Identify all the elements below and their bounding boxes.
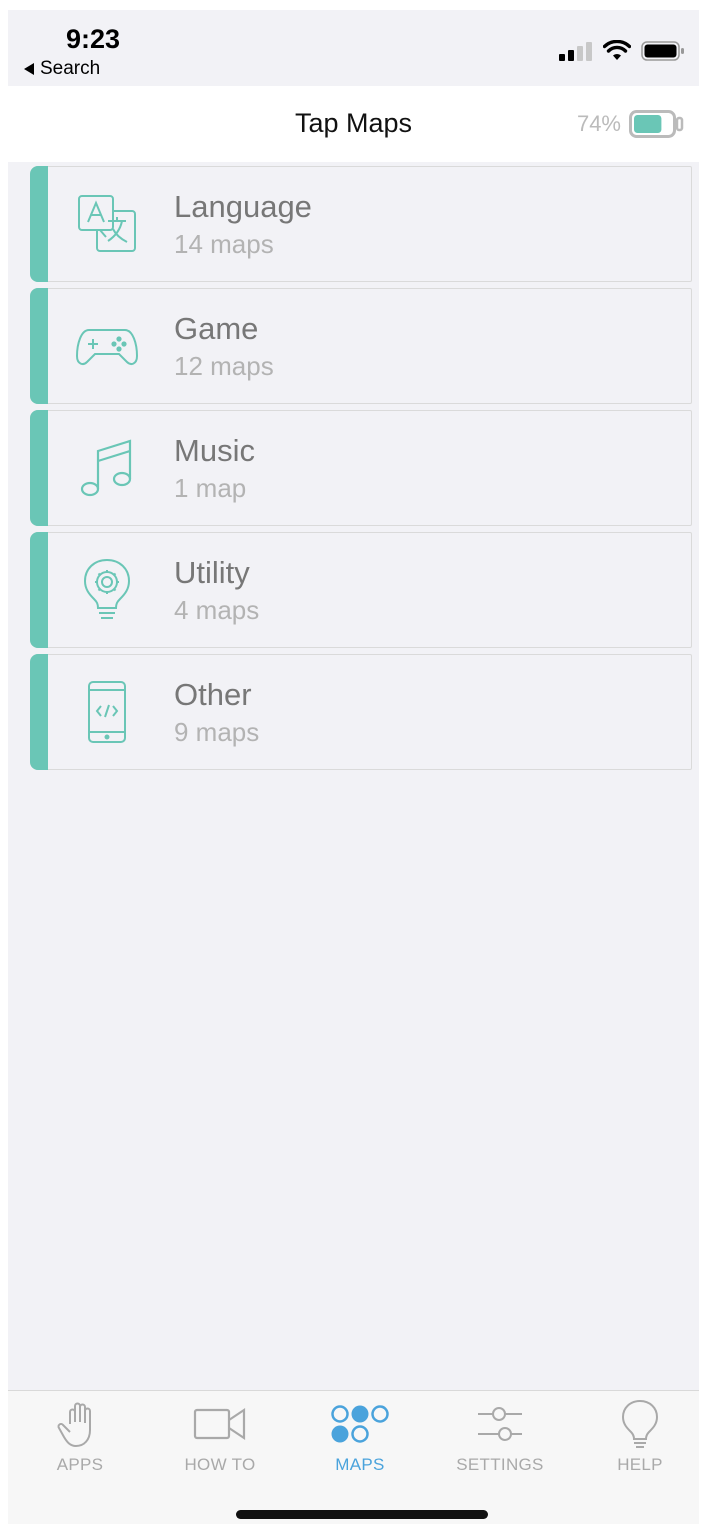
card-accent-bar bbox=[30, 654, 48, 770]
status-bar: 9:23 Search bbox=[8, 10, 699, 86]
back-triangle-icon bbox=[24, 63, 34, 75]
tab-how-to[interactable]: HOW TO bbox=[160, 1399, 280, 1479]
lightbulb-gear-icon bbox=[74, 557, 140, 623]
card-accent-bar bbox=[30, 166, 48, 282]
back-label: Search bbox=[40, 58, 101, 79]
gamepad-icon bbox=[74, 313, 140, 379]
dots-grid-icon bbox=[330, 1399, 390, 1449]
category-count: 1 map bbox=[174, 473, 247, 503]
category-language[interactable]: Language 14 maps bbox=[30, 166, 692, 282]
phone-screen: 9:23 Search Tap Maps 74% Language 14 map… bbox=[8, 10, 699, 1524]
tab-apps[interactable]: APPS bbox=[20, 1399, 140, 1479]
music-note-icon bbox=[74, 435, 140, 501]
bottom-tab-bar: APPS HOW TO MAPS SETTINGS HELP bbox=[8, 1390, 699, 1524]
card-accent-bar bbox=[30, 288, 48, 404]
map-category-list: Language 14 maps Game 12 maps Music 1 ma… bbox=[30, 166, 692, 776]
card-accent-bar bbox=[30, 532, 48, 648]
tab-label: SETTINGS bbox=[456, 1455, 544, 1474]
tab-maps[interactable]: MAPS bbox=[300, 1399, 420, 1479]
category-title: Game bbox=[174, 311, 259, 346]
tab-label: MAPS bbox=[335, 1455, 385, 1474]
video-camera-icon bbox=[192, 1399, 248, 1449]
app-header: Tap Maps 74% bbox=[8, 86, 699, 162]
category-title: Utility bbox=[174, 555, 250, 590]
category-title: Other bbox=[174, 677, 252, 712]
category-count: 4 maps bbox=[174, 595, 260, 625]
category-count: 12 maps bbox=[174, 351, 274, 381]
sliders-icon bbox=[475, 1399, 525, 1449]
tab-settings[interactable]: SETTINGS bbox=[440, 1399, 560, 1479]
battery-percentage: 74% bbox=[576, 111, 621, 136]
category-title: Language bbox=[174, 189, 312, 224]
battery-icon bbox=[629, 110, 684, 138]
category-count: 9 maps bbox=[174, 717, 260, 747]
status-icons bbox=[559, 40, 685, 62]
translate-icon bbox=[74, 191, 140, 257]
category-title: Music bbox=[174, 433, 255, 468]
category-utility[interactable]: Utility 4 maps bbox=[30, 532, 692, 648]
back-to-search-link[interactable]: Search bbox=[24, 58, 100, 80]
tab-help[interactable]: HELP bbox=[580, 1399, 699, 1479]
device-battery-status: 74% bbox=[577, 110, 685, 138]
category-count: 14 maps bbox=[174, 229, 274, 259]
category-other[interactable]: Other 9 maps bbox=[30, 654, 692, 770]
hand-icon bbox=[56, 1399, 104, 1449]
card-accent-bar bbox=[30, 410, 48, 526]
home-indicator[interactable] bbox=[236, 1510, 488, 1519]
status-time: 9:23 bbox=[66, 24, 121, 54]
tab-label: HOW TO bbox=[184, 1455, 256, 1474]
cellular-signal-icon bbox=[559, 42, 592, 61]
wifi-icon bbox=[603, 40, 631, 60]
tab-label: APPS bbox=[56, 1455, 104, 1474]
category-music[interactable]: Music 1 map bbox=[30, 410, 692, 526]
phone-code-icon bbox=[74, 679, 140, 745]
status-battery-icon bbox=[641, 41, 684, 61]
lightbulb-icon bbox=[620, 1399, 660, 1449]
category-game[interactable]: Game 12 maps bbox=[30, 288, 692, 404]
tab-label: HELP bbox=[617, 1455, 663, 1474]
